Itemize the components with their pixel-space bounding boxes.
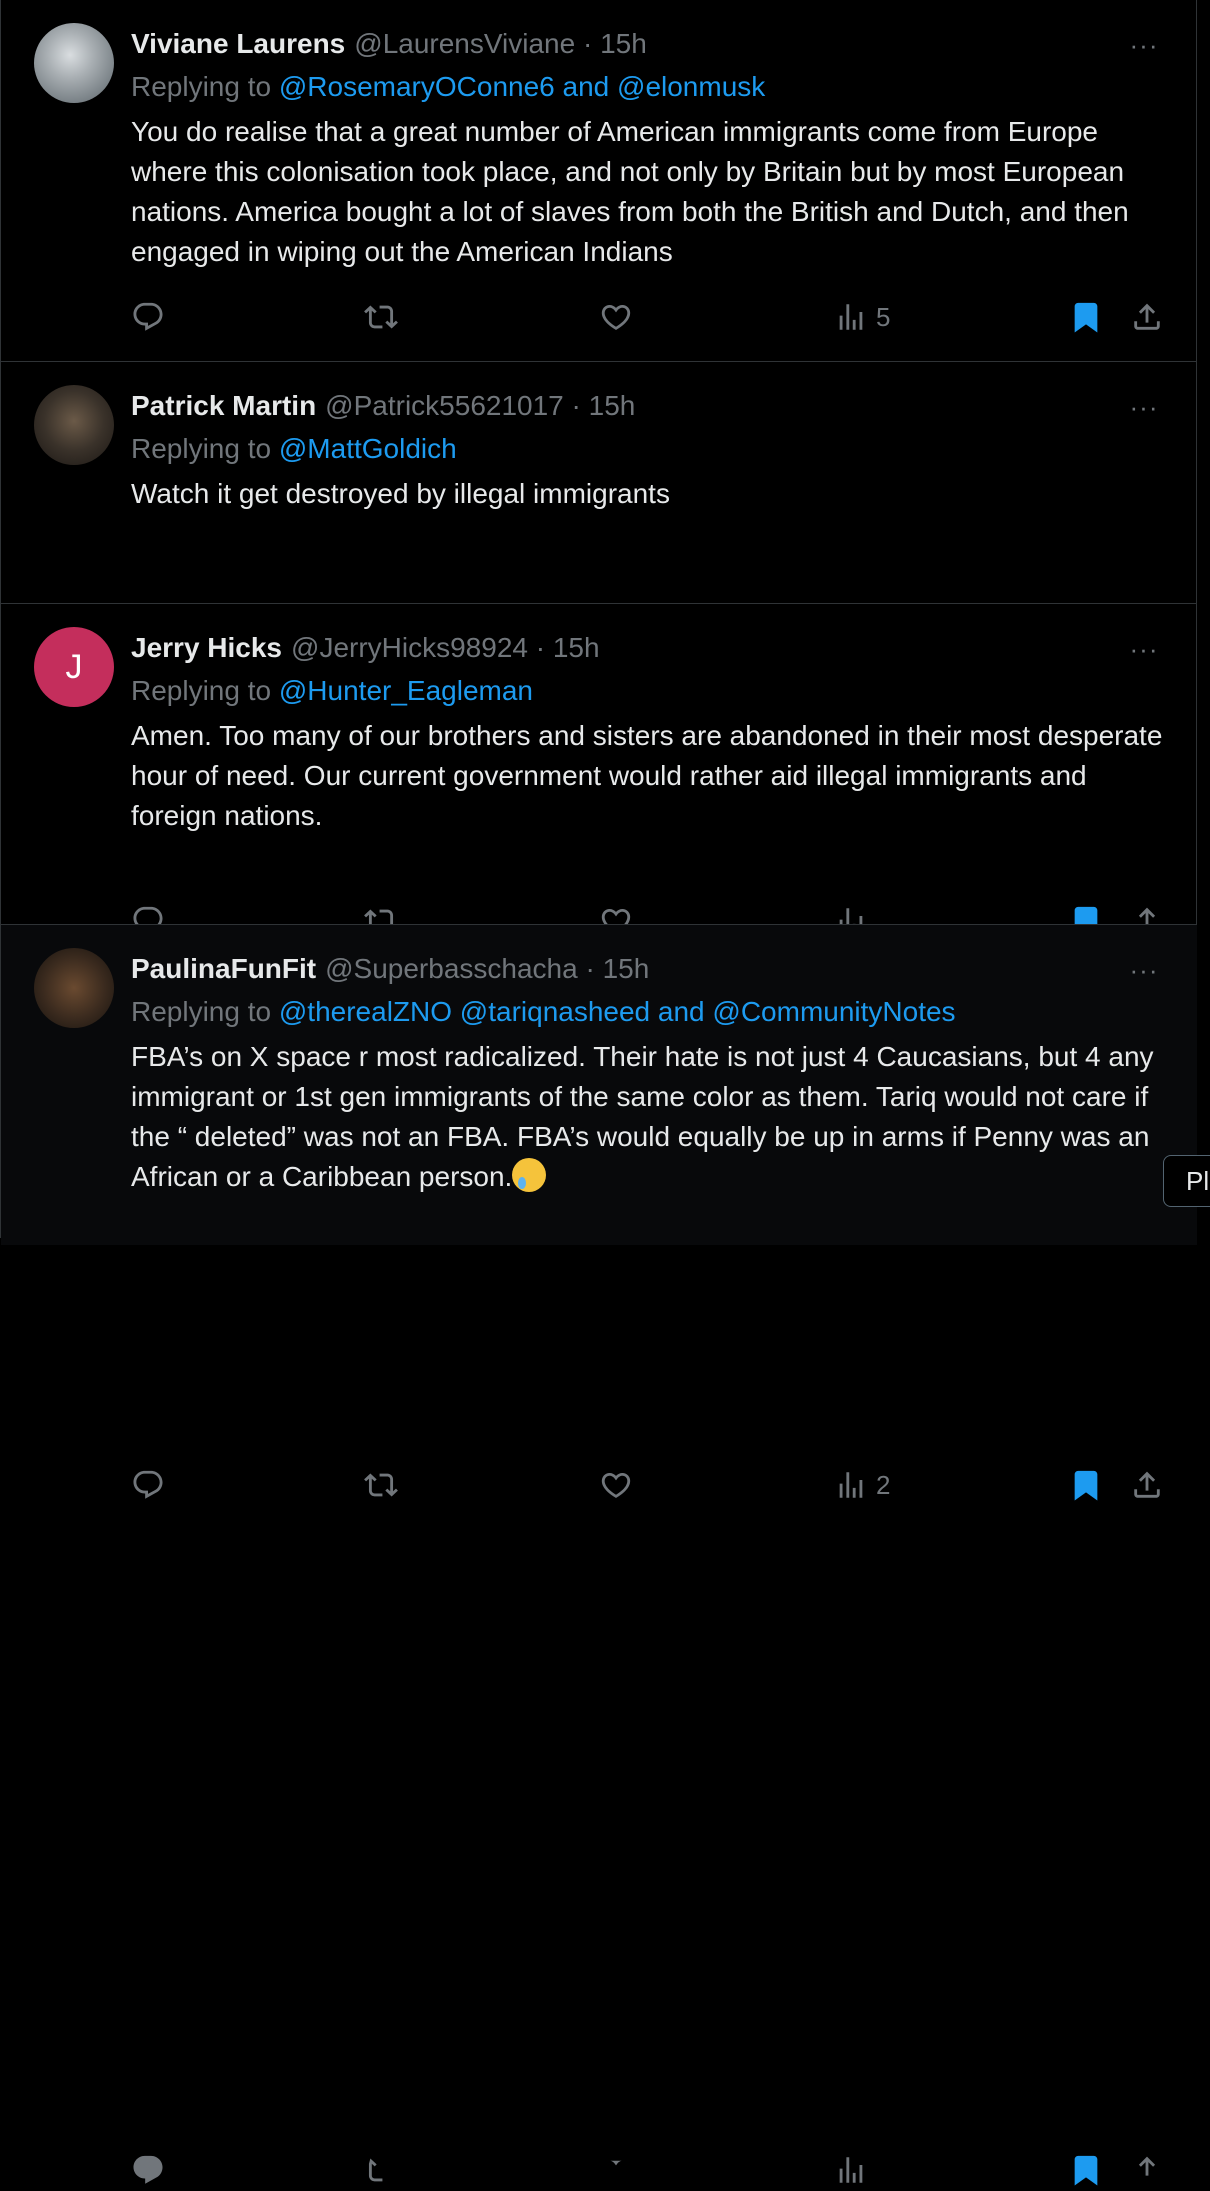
author-name[interactable]: Patrick Martin	[131, 390, 316, 422]
reply-icon	[133, 2155, 163, 2184]
tweet-text: FBA’s on X space r most radicalized. The…	[131, 1037, 1176, 1197]
action-bar	[1, 2147, 1197, 2191]
tweet-text: Watch it get destroyed by illegal immigr…	[131, 478, 670, 509]
views-count: 2	[876, 1469, 891, 1500]
retweet-icon	[368, 2158, 383, 2182]
author-name[interactable]: PaulinaFunFit	[131, 953, 316, 985]
tweet-text: Amen. Too many of our brothers and siste…	[131, 720, 1163, 831]
tweet[interactable]: PaulinaFunFit @Superbasschacha · 15h ···…	[1, 925, 1197, 2186]
bookmark-icon	[1074, 1470, 1098, 1501]
author-handle[interactable]: @Superbasschacha · 15h	[325, 953, 649, 985]
tweet[interactable]: Viviane Laurens @LaurensViviane · 15h ··…	[1, 0, 1197, 362]
retweet-button[interactable]	[364, 1468, 398, 1502]
tweet-text: You do realise that a great number of Am…	[131, 116, 1129, 267]
avatar-letter: J	[65, 647, 83, 686]
tweet[interactable]: J Jerry Hicks @JerryHicks98924 · 15h ···…	[1, 604, 1197, 1501]
replying-to: Replying to @RosemaryOConne6 and @elonmu…	[131, 71, 765, 103]
like-icon	[601, 304, 631, 330]
author-handle[interactable]: @LaurensViviane · 15h	[354, 28, 647, 60]
avatar[interactable]	[34, 23, 114, 103]
mention-link[interactable]: @Hunter_Eagleman	[279, 675, 533, 706]
share-button[interactable]	[1130, 2153, 1164, 2187]
replying-to: Replying to @therealZNO @tariqnasheed an…	[131, 996, 956, 1028]
bookmark-button[interactable]	[1069, 300, 1103, 334]
views-icon	[839, 1472, 863, 1498]
views-icon	[839, 304, 863, 330]
tweet[interactable]: Patrick Martin @Patrick55621017 · 15h ··…	[1, 362, 1197, 937]
share-button[interactable]	[1130, 300, 1164, 334]
like-button[interactable]	[599, 1468, 633, 1502]
author-handle[interactable]: @JerryHicks98924 · 15h	[291, 632, 600, 664]
views-button[interactable]: 2	[834, 1468, 890, 1502]
reply-icon	[133, 302, 163, 331]
action-bar: 2	[1, 1462, 1197, 1506]
avatar[interactable]: J	[34, 627, 114, 707]
share-icon	[1134, 1471, 1160, 1498]
reply-button[interactable]	[131, 300, 165, 334]
like-button[interactable]	[599, 300, 633, 334]
reply-button[interactable]	[131, 2153, 165, 2187]
bookmark-button[interactable]	[1069, 1468, 1103, 1502]
reply-button[interactable]	[131, 1468, 165, 1502]
tweet-header: Patrick Martin @Patrick55621017 · 15h	[131, 388, 635, 424]
mention-link[interactable]: @MattGoldich	[279, 433, 457, 464]
author-name[interactable]: Jerry Hicks	[131, 632, 282, 664]
views-button[interactable]	[834, 2153, 876, 2187]
like-button[interactable]	[599, 2153, 633, 2187]
replying-prefix: Replying to	[131, 433, 279, 464]
tweet-header: PaulinaFunFit @Superbasschacha · 15h	[131, 951, 649, 987]
share-icon	[1134, 303, 1160, 330]
timeline-feed: Viviane Laurens @LaurensViviane · 15h ··…	[0, 0, 1197, 2186]
more-icon[interactable]: ···	[1127, 30, 1161, 60]
more-icon[interactable]: ···	[1127, 955, 1161, 985]
crying-emoji	[512, 1158, 547, 1192]
more-icon[interactable]: ···	[1127, 634, 1161, 664]
views-icon	[839, 2157, 863, 2183]
replying-to: Replying to @MattGoldich	[131, 433, 457, 465]
retweet-icon	[364, 1473, 398, 1497]
share-icon	[1138, 2156, 1156, 2176]
more-icon[interactable]: ···	[1127, 392, 1161, 422]
retweet-icon	[364, 305, 398, 329]
author-name[interactable]: Viviane Laurens	[131, 28, 345, 60]
views-button[interactable]: 5	[834, 300, 890, 334]
floating-tooltip[interactable]: Pl	[1163, 1155, 1210, 1207]
replying-to: Replying to @Hunter_Eagleman	[131, 675, 533, 707]
author-handle[interactable]: @Patrick55621017 · 15h	[325, 390, 635, 422]
avatar[interactable]	[34, 385, 114, 465]
bookmark-icon	[1074, 2155, 1098, 2186]
retweet-button[interactable]	[364, 300, 398, 334]
replying-prefix: Replying to	[131, 675, 279, 706]
mention-link[interactable]: @therealZNO @tariqnasheed and @Community…	[279, 996, 956, 1027]
avatar[interactable]	[34, 948, 114, 1028]
bookmark-icon	[1074, 302, 1098, 333]
bookmark-button[interactable]	[1069, 2153, 1103, 2187]
replying-prefix: Replying to	[131, 71, 279, 102]
retweet-button[interactable]	[364, 2153, 398, 2187]
reply-icon	[133, 1470, 163, 1499]
replying-prefix: Replying to	[131, 996, 279, 1027]
tweet-text-content: FBA’s on X space r most radicalized. The…	[131, 1041, 1154, 1192]
like-icon	[609, 2160, 623, 2166]
action-bar: 5	[1, 294, 1197, 338]
mention-link[interactable]: @RosemaryOConne6 and @elonmusk	[279, 71, 765, 102]
like-icon	[601, 1472, 631, 1498]
views-count: 5	[876, 301, 891, 332]
tweet-header: Jerry Hicks @JerryHicks98924 · 15h	[131, 630, 600, 666]
share-button[interactable]	[1130, 1468, 1164, 1502]
tweet-header: Viviane Laurens @LaurensViviane · 15h	[131, 26, 647, 62]
